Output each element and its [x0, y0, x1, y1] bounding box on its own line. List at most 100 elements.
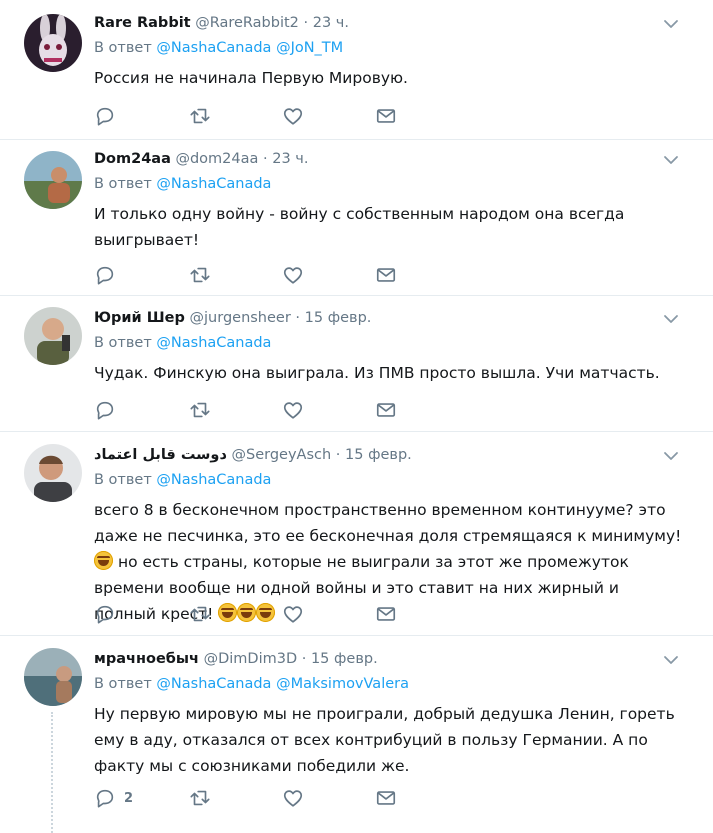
mention-link[interactable]: @NashaCanada: [156, 40, 271, 56]
user-handle[interactable]: @dom24aa: [175, 151, 258, 167]
user-handle[interactable]: @SergeyAsch: [232, 447, 332, 463]
retweet-button[interactable]: [189, 398, 211, 422]
envelope-icon: [375, 787, 397, 809]
retweet-icon: [189, 787, 211, 809]
user-fullname[interactable]: Dom24aa: [94, 151, 171, 167]
tweet-timestamp[interactable]: 23 ч.: [272, 151, 308, 167]
chevron-down-icon[interactable]: [663, 652, 679, 668]
direct-message-button[interactable]: [375, 398, 397, 422]
tweet-header: دوست قابل اعتماد @SergeyAsch · 15 февр.: [94, 445, 683, 465]
chevron-down-icon[interactable]: [663, 16, 679, 32]
like-button[interactable]: [282, 786, 304, 810]
mention-link[interactable]: @NashaCanada: [156, 335, 271, 351]
user-fullname[interactable]: Юрий Шер: [94, 310, 185, 326]
reply-button[interactable]: [94, 398, 124, 422]
direct-message-button[interactable]: [375, 602, 397, 626]
retweet-icon: [189, 603, 211, 625]
tweet-item[interactable]: Rare Rabbit @RareRabbit2 · 23 ч. В ответ…: [0, 0, 713, 140]
rolling-on-floor-laughing-emoji: [94, 551, 113, 570]
reply-prefix: В ответ: [94, 40, 152, 56]
direct-message-button[interactable]: [375, 104, 397, 128]
chevron-down-icon[interactable]: [663, 448, 679, 464]
thread-connector-line: [51, 712, 55, 833]
user-fullname[interactable]: دوست قابل اعتماد: [94, 447, 227, 463]
reply-icon: [94, 105, 116, 127]
avatar[interactable]: [24, 444, 82, 502]
reply-count: 2: [124, 790, 134, 806]
tweet-item[interactable]: Dom24aa @dom24aa · 23 ч. В ответ @NashaC…: [0, 140, 713, 296]
heart-icon: [282, 399, 304, 421]
retweet-icon: [189, 399, 211, 421]
like-button[interactable]: [282, 263, 304, 287]
direct-message-button[interactable]: [375, 263, 397, 287]
retweet-icon: [189, 264, 211, 286]
tweet-header: Юрий Шер @jurgensheer · 15 февр.: [94, 308, 683, 328]
envelope-icon: [375, 603, 397, 625]
reply-button[interactable]: 2: [94, 786, 133, 810]
reply-button[interactable]: [94, 263, 124, 287]
tweet-text: Россия не начинала Первую Мировую.: [94, 69, 408, 87]
tweet-item[interactable]: мрачноебыч @DimDim3D · 15 февр. В ответ …: [0, 636, 713, 833]
reply-prefix: В ответ: [94, 676, 152, 692]
reply-icon: [94, 603, 116, 625]
reply-context: В ответ @NashaCanada: [94, 470, 683, 490]
separator-dot: ·: [301, 651, 307, 667]
tweet-timestamp[interactable]: 23 ч.: [313, 15, 349, 31]
envelope-icon: [375, 264, 397, 286]
rolling-on-floor-laughing-emoji: [256, 603, 276, 622]
reply-button[interactable]: [94, 602, 124, 626]
tweet-timestamp[interactable]: 15 февр.: [305, 310, 372, 326]
retweet-button[interactable]: [189, 104, 211, 128]
user-handle[interactable]: @jurgensheer: [190, 310, 291, 326]
separator-dot: ·: [263, 151, 268, 167]
avatar[interactable]: [24, 648, 82, 706]
tweet-text: И только одну войну - войну с собственны…: [94, 205, 625, 249]
direct-message-button[interactable]: [375, 786, 397, 810]
separator-dot: ·: [335, 447, 341, 463]
tweet-text-part: но есть страны, которые не выиграли за э…: [94, 553, 629, 623]
tweet-item[interactable]: دوست قابل اعتماد @SergeyAsch · 15 февр. …: [0, 432, 713, 636]
reply-context: В ответ @NashaCanada @JoN_TM: [94, 38, 683, 58]
rolling-on-floor-laughing-emoji: [218, 603, 238, 622]
retweet-button[interactable]: [189, 263, 211, 287]
mention-link[interactable]: @JoN_TM: [276, 40, 343, 56]
tweet-item[interactable]: Юрий Шер @jurgensheer · 15 февр. В ответ…: [0, 296, 713, 432]
reply-context: В ответ @NashaCanada: [94, 333, 683, 353]
tweet-timestamp[interactable]: 15 февр.: [311, 651, 378, 667]
tweet-header: Dom24aa @dom24aa · 23 ч.: [94, 149, 683, 169]
like-button[interactable]: [282, 398, 304, 422]
like-button[interactable]: [282, 104, 304, 128]
heart-icon: [282, 264, 304, 286]
reply-icon: [94, 787, 116, 809]
tweet-header: мрачноебыч @DimDim3D · 15 февр.: [94, 649, 683, 669]
reply-context: В ответ @NashaCanada: [94, 174, 683, 194]
chevron-down-icon[interactable]: [663, 152, 679, 168]
avatar[interactable]: [24, 151, 82, 209]
reply-icon: [94, 264, 116, 286]
user-handle[interactable]: @RareRabbit2: [195, 15, 299, 31]
avatar[interactable]: [24, 14, 82, 72]
mention-link[interactable]: @MaksimovValera: [276, 676, 409, 692]
reply-button[interactable]: [94, 104, 124, 128]
mention-link[interactable]: @NashaCanada: [156, 676, 271, 692]
reply-prefix: В ответ: [94, 335, 152, 351]
retweet-button[interactable]: [189, 602, 211, 626]
mention-link[interactable]: @NashaCanada: [156, 176, 271, 192]
mention-link[interactable]: @NashaCanada: [156, 472, 271, 488]
heart-icon: [282, 787, 304, 809]
tweet-text: Ну первую мировую мы не проиграли, добры…: [94, 705, 675, 775]
tweet-header: Rare Rabbit @RareRabbit2 · 23 ч.: [94, 13, 683, 33]
reply-context: В ответ @NashaCanada @MaksimovValera: [94, 674, 683, 694]
avatar[interactable]: [24, 307, 82, 365]
user-handle[interactable]: @DimDim3D: [204, 651, 298, 667]
reply-icon: [94, 399, 116, 421]
reply-prefix: В ответ: [94, 472, 152, 488]
retweet-button[interactable]: [189, 786, 211, 810]
chevron-down-icon[interactable]: [663, 311, 679, 327]
rolling-on-floor-laughing-emoji: [237, 603, 257, 622]
like-button[interactable]: [282, 602, 304, 626]
envelope-icon: [375, 399, 397, 421]
tweet-timestamp[interactable]: 15 февр.: [345, 447, 412, 463]
user-fullname[interactable]: Rare Rabbit: [94, 15, 191, 31]
user-fullname[interactable]: мрачноебыч: [94, 651, 199, 667]
